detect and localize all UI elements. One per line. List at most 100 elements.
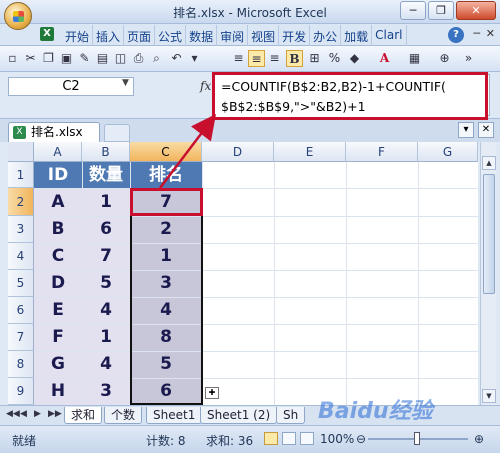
- column-header-a[interactable]: A: [34, 142, 82, 162]
- percent-icon[interactable]: %: [326, 50, 343, 67]
- more-icon[interactable]: »: [460, 50, 477, 67]
- tab-1[interactable]: 插入: [93, 25, 125, 47]
- workbook-menu-icon[interactable]: ▾: [458, 122, 474, 138]
- column-header-d[interactable]: D: [202, 142, 274, 162]
- row-header-7[interactable]: 7: [8, 324, 34, 351]
- row-header-5[interactable]: 5: [8, 270, 34, 297]
- row-header-8[interactable]: 8: [8, 351, 34, 378]
- column-header-b[interactable]: B: [82, 142, 130, 162]
- print-preview-icon[interactable]: ◫: [112, 50, 129, 67]
- align-center-icon[interactable]: ≡: [248, 50, 265, 67]
- new-workbook-tab[interactable]: [104, 124, 130, 142]
- tab-10[interactable]: Clarl: [372, 25, 407, 47]
- row-header-4[interactable]: 4: [8, 243, 34, 270]
- scroll-thumb[interactable]: [483, 174, 495, 294]
- merge-icon[interactable]: ⊞: [306, 50, 323, 67]
- cell-b6[interactable]: 4: [82, 297, 130, 324]
- font-color-icon[interactable]: A: [376, 50, 393, 67]
- zoom-icon[interactable]: ⊕: [436, 50, 453, 67]
- cell-a8[interactable]: G: [34, 351, 82, 378]
- spreadsheet-grid[interactable]: ✚ ABCDEFG12345678910ID数量排名A17B62C71D53E4…: [8, 142, 478, 405]
- column-header-e[interactable]: E: [274, 142, 346, 162]
- sheet-tab-3[interactable]: Sheet1 (2): [200, 407, 278, 424]
- tab-9[interactable]: 加载: [341, 25, 373, 47]
- cell-a4[interactable]: C: [34, 243, 82, 270]
- undo-dropdown-icon[interactable]: ▾: [186, 50, 203, 67]
- print-icon[interactable]: ⎙: [130, 50, 147, 67]
- new-file-icon[interactable]: ▫: [4, 50, 21, 67]
- cell-b7[interactable]: 1: [82, 324, 130, 351]
- sheet-nav-1-icon[interactable]: ◀: [20, 409, 27, 419]
- cut-icon[interactable]: ✂: [22, 50, 39, 67]
- cell-a3[interactable]: B: [34, 216, 82, 243]
- header-cell-b1[interactable]: 数量: [82, 162, 130, 188]
- tab-0[interactable]: 开始: [62, 25, 94, 47]
- column-header-c[interactable]: C: [130, 142, 202, 162]
- borders-icon[interactable]: ▦: [406, 50, 423, 67]
- cell-b8[interactable]: 4: [82, 351, 130, 378]
- cell-a5[interactable]: D: [34, 270, 82, 297]
- row-header-3[interactable]: 3: [8, 216, 34, 243]
- sheet-nav-0-icon[interactable]: ◀◀: [6, 409, 20, 419]
- normal-view-icon[interactable]: [264, 432, 278, 445]
- scroll-up-icon[interactable]: ▲: [482, 156, 496, 170]
- row-header-2[interactable]: 2: [8, 188, 34, 216]
- workbook-close-icon[interactable]: ✕: [478, 122, 494, 138]
- cell-a9[interactable]: H: [34, 378, 82, 405]
- tab-7[interactable]: 开发: [279, 25, 311, 47]
- column-header-f[interactable]: F: [346, 142, 418, 162]
- name-box[interactable]: C2: [8, 77, 134, 96]
- page-break-view-icon[interactable]: [300, 432, 314, 445]
- insert-function-icon[interactable]: fx: [200, 79, 211, 93]
- office-button[interactable]: [4, 2, 32, 30]
- cell-a7[interactable]: F: [34, 324, 82, 351]
- cell-a6[interactable]: E: [34, 297, 82, 324]
- minimize-button[interactable]: ─: [400, 1, 426, 20]
- select-all-corner[interactable]: [8, 142, 34, 162]
- tab-6[interactable]: 视图: [248, 25, 280, 47]
- close-button[interactable]: ✕: [456, 1, 496, 20]
- restore-button[interactable]: ❐: [428, 1, 454, 20]
- bold-button[interactable]: B: [286, 50, 303, 67]
- column-header-g[interactable]: G: [418, 142, 478, 162]
- help-icon[interactable]: ?: [448, 27, 464, 43]
- vertical-scrollbar[interactable]: ▲ ▼: [480, 142, 496, 405]
- ribbon-close-icon[interactable]: ✕: [486, 27, 495, 40]
- header-cell-a1[interactable]: ID: [34, 162, 82, 188]
- cell-b2[interactable]: 1: [82, 188, 130, 216]
- cell-b5[interactable]: 5: [82, 270, 130, 297]
- find-icon[interactable]: ⌕: [148, 50, 165, 67]
- cell-b4[interactable]: 7: [82, 243, 130, 270]
- sheet-tab-0[interactable]: 求和: [64, 407, 103, 424]
- sheet-nav-2-icon[interactable]: ▶: [34, 409, 41, 419]
- tab-4[interactable]: 数据: [186, 25, 218, 47]
- row-header-9[interactable]: 9: [8, 378, 34, 405]
- row-header-6[interactable]: 6: [8, 297, 34, 324]
- save-icon[interactable]: ▣: [58, 50, 75, 67]
- tab-8[interactable]: 办公: [310, 25, 342, 47]
- cell-b3[interactable]: 6: [82, 216, 130, 243]
- name-box-dropdown-icon[interactable]: ▼: [122, 78, 129, 88]
- sheet-nav-3-icon[interactable]: ▶▶: [48, 409, 62, 419]
- tab-5[interactable]: 审阅: [217, 25, 249, 47]
- sheet-tab-2[interactable]: Sheet1: [146, 407, 203, 424]
- sheet-tab-1[interactable]: 个数: [104, 407, 143, 424]
- row-header-1[interactable]: 1: [8, 162, 34, 188]
- workbook-tab[interactable]: X 排名.xlsx: [8, 122, 100, 143]
- tab-2[interactable]: 页面: [124, 25, 156, 47]
- cell-a2[interactable]: A: [34, 188, 82, 216]
- header-cell-c1[interactable]: 排名: [130, 162, 202, 188]
- cell-b9[interactable]: 3: [82, 378, 130, 405]
- fill-color-icon[interactable]: ◆: [346, 50, 363, 67]
- format-painter-icon[interactable]: ✎: [76, 50, 93, 67]
- tab-3[interactable]: 公式: [155, 25, 187, 47]
- page-layout-view-icon[interactable]: [282, 432, 296, 445]
- open-icon[interactable]: ▤: [94, 50, 111, 67]
- ribbon-minimize-icon[interactable]: ─: [473, 27, 480, 40]
- sheet-tab-4[interactable]: Sh: [276, 407, 306, 424]
- undo-icon[interactable]: ↶: [168, 50, 185, 67]
- copy-icon[interactable]: ❐: [40, 50, 57, 67]
- align-right-icon[interactable]: ≡: [266, 50, 283, 67]
- autofill-options-icon[interactable]: ✚: [205, 387, 219, 399]
- align-left-icon[interactable]: ≡: [230, 50, 247, 67]
